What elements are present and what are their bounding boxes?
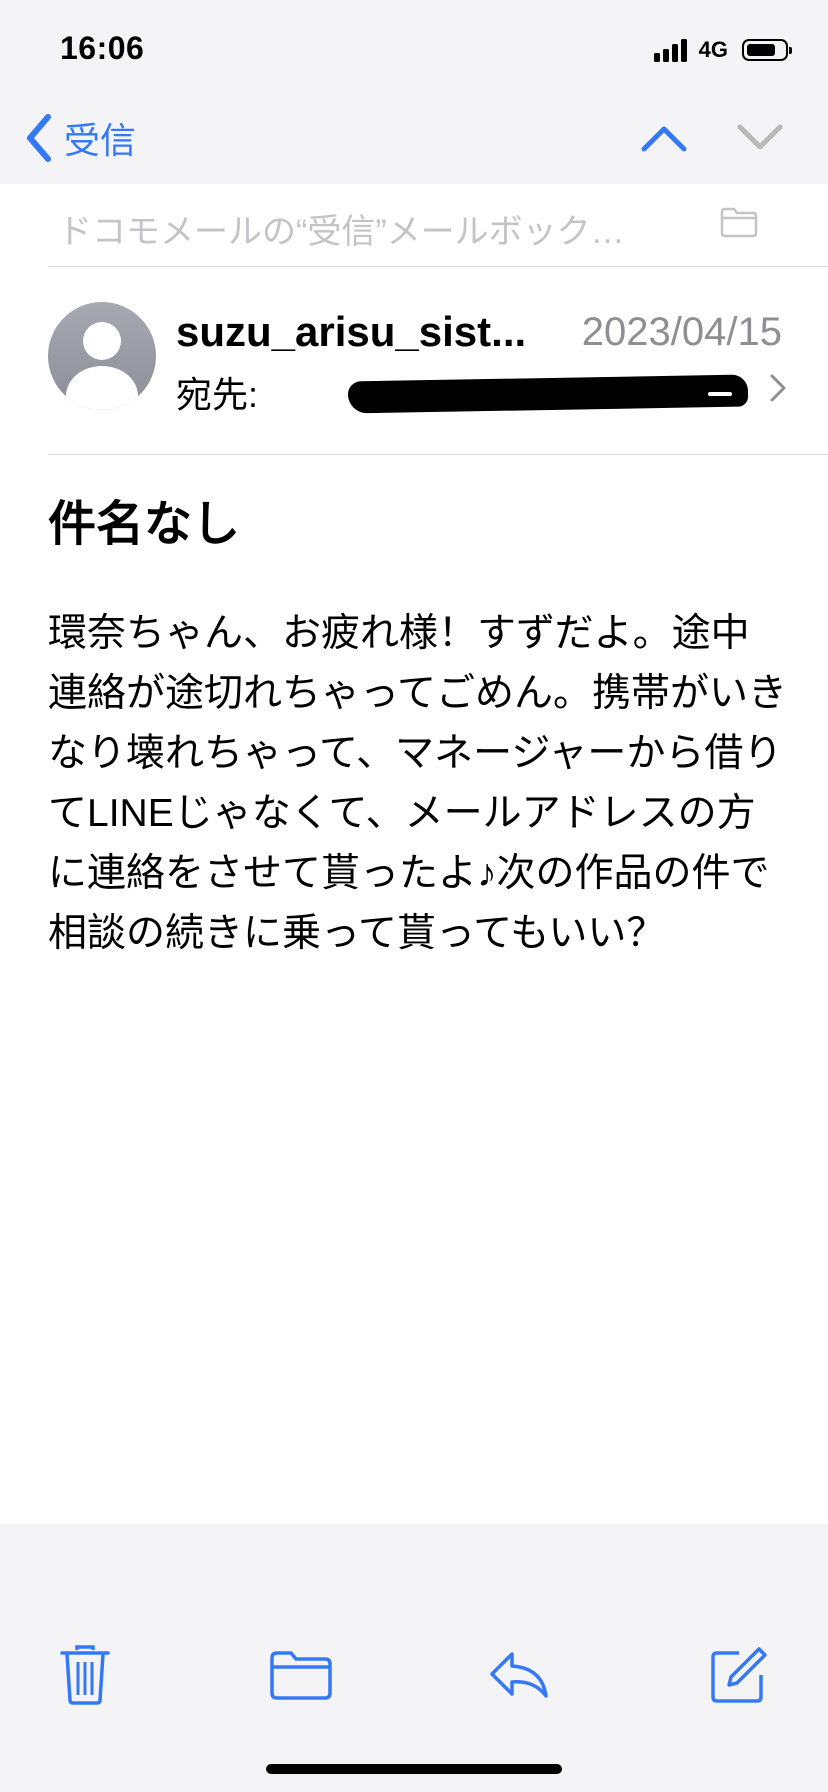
battery-icon [742,39,792,61]
sender-name[interactable]: suzu_arisu_sist... [176,308,536,356]
message-header: suzu_arisu_sist... 2023/04/15 宛先: [48,266,828,455]
chevron-up-icon [641,126,687,152]
reply-icon [490,1652,548,1698]
trash-icon [60,1645,110,1705]
message-view: ドコモメールの“受信”メールボック… suzu_arisu_sist... 20… [0,184,828,1524]
redaction-mark [347,374,749,414]
previous-message-button[interactable] [636,114,692,162]
reply-button[interactable] [484,1640,554,1710]
network-type: 4G [698,37,728,62]
folder-icon [270,1651,332,1700]
nav-bar: 受信 [0,100,828,184]
delete-button[interactable] [50,1640,120,1710]
status-time: 16:06 [60,30,145,66]
folder-icon [720,207,758,238]
status-indicators: 4G [653,36,792,64]
compose-icon [711,1647,767,1703]
chevron-left-icon [27,114,51,162]
chevron-down-icon [737,124,783,150]
back-button-label: 受信 [64,120,137,161]
message-subject: 件名なし [48,498,241,551]
status-bar: 16:06 4G [0,0,828,100]
signal-icon [653,38,687,62]
chevron-right-icon[interactable] [768,372,788,404]
next-message-button[interactable] [732,114,788,162]
home-indicator [266,1764,562,1774]
mailbox-row[interactable]: ドコモメールの“受信”メールボック… [48,184,828,267]
message-date: 2023/04/15 [581,310,782,354]
mailbox-label: ドコモメールの“受信”メールボック… [58,213,625,251]
back-button[interactable]: 受信 [24,112,136,164]
avatar [48,302,156,410]
message-body: 環奈ちゃん、お疲れ様！すずだよ。途中連絡が途切れちゃってごめん。携帯がいきなり壊… [48,612,788,955]
recipient-label: 宛先: [176,374,259,415]
compose-button[interactable] [704,1640,774,1710]
move-to-folder-button[interactable] [266,1640,336,1710]
